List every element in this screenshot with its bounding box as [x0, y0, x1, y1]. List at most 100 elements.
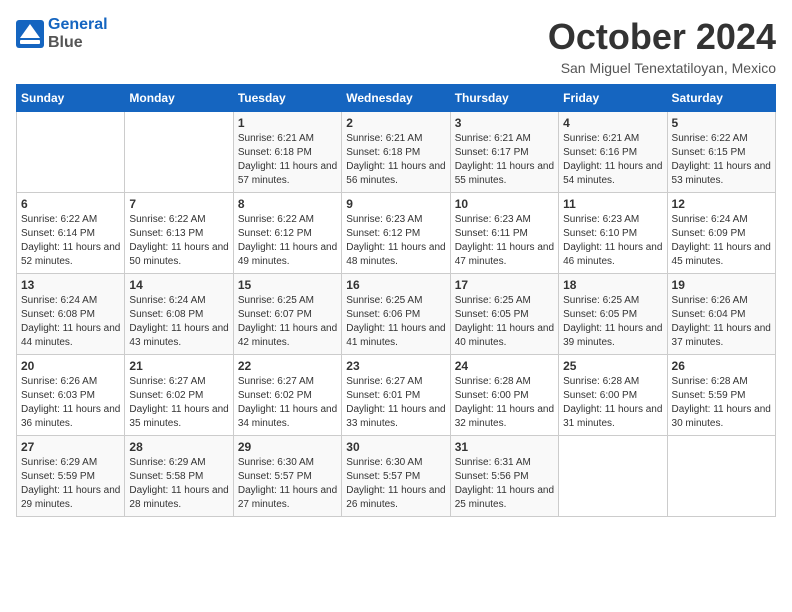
header: General Blue October 2024 San Miguel Ten… [16, 16, 776, 76]
day-number: 2 [346, 116, 445, 130]
calendar-cell: 21 Sunrise: 6:27 AMSunset: 6:02 PMDayligh… [125, 355, 233, 436]
calendar-cell: 11Sunrise: 6:23 AMSunset: 6:10 PMDayligh… [559, 193, 667, 274]
day-number: 4 [563, 116, 662, 130]
day-number: 13 [21, 278, 120, 292]
calendar-cell: 19 Sunrise: 6:26 AMSunset: 6:04 PMDayligh… [667, 274, 775, 355]
day-number: 1 [238, 116, 337, 130]
day-number: 6 [21, 197, 120, 211]
day-info: Sunrise: 6:29 AMSunset: 5:58 PMDaylight:… [129, 456, 228, 512]
calendar-cell [667, 436, 775, 517]
day-number: 3 [455, 116, 554, 130]
calendar-cell: 1 Sunrise: 6:21 AMSunset: 6:18 PMDaylight… [233, 112, 341, 193]
calendar-cell: 8Sunrise: 6:22 AMSunset: 6:12 PMDaylight… [233, 193, 341, 274]
week-row-2: 6 Sunrise: 6:22 AMSunset: 6:14 PMDaylight… [17, 193, 776, 274]
day-number: 20 [21, 359, 120, 373]
header-day-sunday: Sunday [17, 85, 125, 112]
calendar-cell: 16Sunrise: 6:25 AMSunset: 6:06 PMDayligh… [342, 274, 450, 355]
calendar-cell: 6 Sunrise: 6:22 AMSunset: 6:14 PMDaylight… [17, 193, 125, 274]
day-number: 16 [346, 278, 445, 292]
day-number: 5 [672, 116, 771, 130]
day-number: 12 [672, 197, 771, 211]
day-info: Sunrise: 6:27 AMSunset: 6:01 PMDaylight:… [346, 375, 445, 431]
day-info: Sunrise: 6:27 AMSunset: 6:02 PMDaylight:… [129, 375, 228, 431]
day-info: Sunrise: 6:24 AMSunset: 6:09 PMDaylight:… [672, 213, 771, 269]
calendar-cell: 4 Sunrise: 6:21 AMSunset: 6:16 PMDaylight… [559, 112, 667, 193]
month-title: October 2024 [548, 16, 776, 58]
header-day-friday: Friday [559, 85, 667, 112]
title-area: October 2024 San Miguel Tenextatiloyan, … [548, 16, 776, 76]
day-number: 19 [672, 278, 771, 292]
day-info: Sunrise: 6:21 AMSunset: 6:18 PMDaylight:… [238, 132, 337, 188]
day-number: 25 [563, 359, 662, 373]
day-number: 9 [346, 197, 445, 211]
day-number: 24 [455, 359, 554, 373]
day-info: Sunrise: 6:21 AMSunset: 6:18 PMDaylight:… [346, 132, 445, 188]
location-title: San Miguel Tenextatiloyan, Mexico [548, 60, 776, 76]
day-info: Sunrise: 6:21 AMSunset: 6:16 PMDaylight:… [563, 132, 662, 188]
day-info: Sunrise: 6:23 AMSunset: 6:12 PMDaylight:… [346, 213, 445, 269]
day-number: 31 [455, 440, 554, 454]
calendar-cell: 28 Sunrise: 6:29 AMSunset: 5:58 PMDayligh… [125, 436, 233, 517]
calendar-cell: 12 Sunrise: 6:24 AMSunset: 6:09 PMDayligh… [667, 193, 775, 274]
day-info: Sunrise: 6:22 AMSunset: 6:14 PMDaylight:… [21, 213, 120, 269]
day-info: Sunrise: 6:26 AMSunset: 6:04 PMDaylight:… [672, 294, 771, 350]
day-info: Sunrise: 6:25 AMSunset: 6:05 PMDaylight:… [455, 294, 554, 350]
calendar-cell: 27Sunrise: 6:29 AMSunset: 5:59 PMDayligh… [17, 436, 125, 517]
header-day-saturday: Saturday [667, 85, 775, 112]
day-number: 18 [563, 278, 662, 292]
day-info: Sunrise: 6:25 AMSunset: 6:05 PMDaylight:… [563, 294, 662, 350]
calendar-cell [125, 112, 233, 193]
calendar-cell: 29Sunrise: 6:30 AMSunset: 5:57 PMDayligh… [233, 436, 341, 517]
week-row-1: 1 Sunrise: 6:21 AMSunset: 6:18 PMDaylight… [17, 112, 776, 193]
day-info: Sunrise: 6:21 AMSunset: 6:17 PMDaylight:… [455, 132, 554, 188]
logo-text: General Blue [48, 16, 108, 52]
calendar-cell: 13 Sunrise: 6:24 AMSunset: 6:08 PMDayligh… [17, 274, 125, 355]
day-number: 21 [129, 359, 228, 373]
calendar-cell: 10Sunrise: 6:23 AMSunset: 6:11 PMDayligh… [450, 193, 558, 274]
header-day-thursday: Thursday [450, 85, 558, 112]
calendar-cell [17, 112, 125, 193]
day-info: Sunrise: 6:27 AMSunset: 6:02 PMDaylight:… [238, 375, 337, 431]
calendar-cell [559, 436, 667, 517]
header-day-monday: Monday [125, 85, 233, 112]
day-info: Sunrise: 6:28 AMSunset: 5:59 PMDaylight:… [672, 375, 771, 431]
calendar-cell: 2 Sunrise: 6:21 AMSunset: 6:18 PMDaylight… [342, 112, 450, 193]
week-row-4: 20 Sunrise: 6:26 AMSunset: 6:03 PMDayligh… [17, 355, 776, 436]
calendar-header-row: SundayMondayTuesdayWednesdayThursdayFrid… [17, 85, 776, 112]
day-info: Sunrise: 6:31 AMSunset: 5:56 PMDaylight:… [455, 456, 554, 512]
day-number: 17 [455, 278, 554, 292]
header-day-wednesday: Wednesday [342, 85, 450, 112]
day-info: Sunrise: 6:26 AMSunset: 6:03 PMDaylight:… [21, 375, 120, 431]
day-number: 11 [563, 197, 662, 211]
calendar-cell: 9 Sunrise: 6:23 AMSunset: 6:12 PMDaylight… [342, 193, 450, 274]
week-row-5: 27Sunrise: 6:29 AMSunset: 5:59 PMDayligh… [17, 436, 776, 517]
day-info: Sunrise: 6:24 AMSunset: 6:08 PMDaylight:… [21, 294, 120, 350]
calendar-cell: 26Sunrise: 6:28 AMSunset: 5:59 PMDayligh… [667, 355, 775, 436]
day-number: 23 [346, 359, 445, 373]
day-info: Sunrise: 6:28 AMSunset: 6:00 PMDaylight:… [455, 375, 554, 431]
calendar-cell: 22 Sunrise: 6:27 AMSunset: 6:02 PMDayligh… [233, 355, 341, 436]
calendar-cell: 3 Sunrise: 6:21 AMSunset: 6:17 PMDaylight… [450, 112, 558, 193]
day-number: 22 [238, 359, 337, 373]
calendar-table: SundayMondayTuesdayWednesdayThursdayFrid… [16, 84, 776, 517]
day-number: 27 [21, 440, 120, 454]
day-info: Sunrise: 6:30 AMSunset: 5:57 PMDaylight:… [346, 456, 445, 512]
logo: General Blue [16, 16, 108, 52]
day-info: Sunrise: 6:25 AMSunset: 6:07 PMDaylight:… [238, 294, 337, 350]
calendar-cell: 23 Sunrise: 6:27 AMSunset: 6:01 PMDayligh… [342, 355, 450, 436]
day-number: 15 [238, 278, 337, 292]
calendar-cell: 5Sunrise: 6:22 AMSunset: 6:15 PMDaylight… [667, 112, 775, 193]
calendar-cell: 14 Sunrise: 6:24 AMSunset: 6:08 PMDayligh… [125, 274, 233, 355]
day-number: 8 [238, 197, 337, 211]
calendar-cell: 15 Sunrise: 6:25 AMSunset: 6:07 PMDayligh… [233, 274, 341, 355]
calendar-cell: 31 Sunrise: 6:31 AMSunset: 5:56 PMDayligh… [450, 436, 558, 517]
calendar-cell: 30Sunrise: 6:30 AMSunset: 5:57 PMDayligh… [342, 436, 450, 517]
calendar-cell: 17 Sunrise: 6:25 AMSunset: 6:05 PMDayligh… [450, 274, 558, 355]
day-info: Sunrise: 6:30 AMSunset: 5:57 PMDaylight:… [238, 456, 337, 512]
calendar-cell: 7Sunrise: 6:22 AMSunset: 6:13 PMDaylight… [125, 193, 233, 274]
day-number: 28 [129, 440, 228, 454]
day-number: 14 [129, 278, 228, 292]
day-info: Sunrise: 6:24 AMSunset: 6:08 PMDaylight:… [129, 294, 228, 350]
day-number: 7 [129, 197, 228, 211]
week-row-3: 13 Sunrise: 6:24 AMSunset: 6:08 PMDayligh… [17, 274, 776, 355]
